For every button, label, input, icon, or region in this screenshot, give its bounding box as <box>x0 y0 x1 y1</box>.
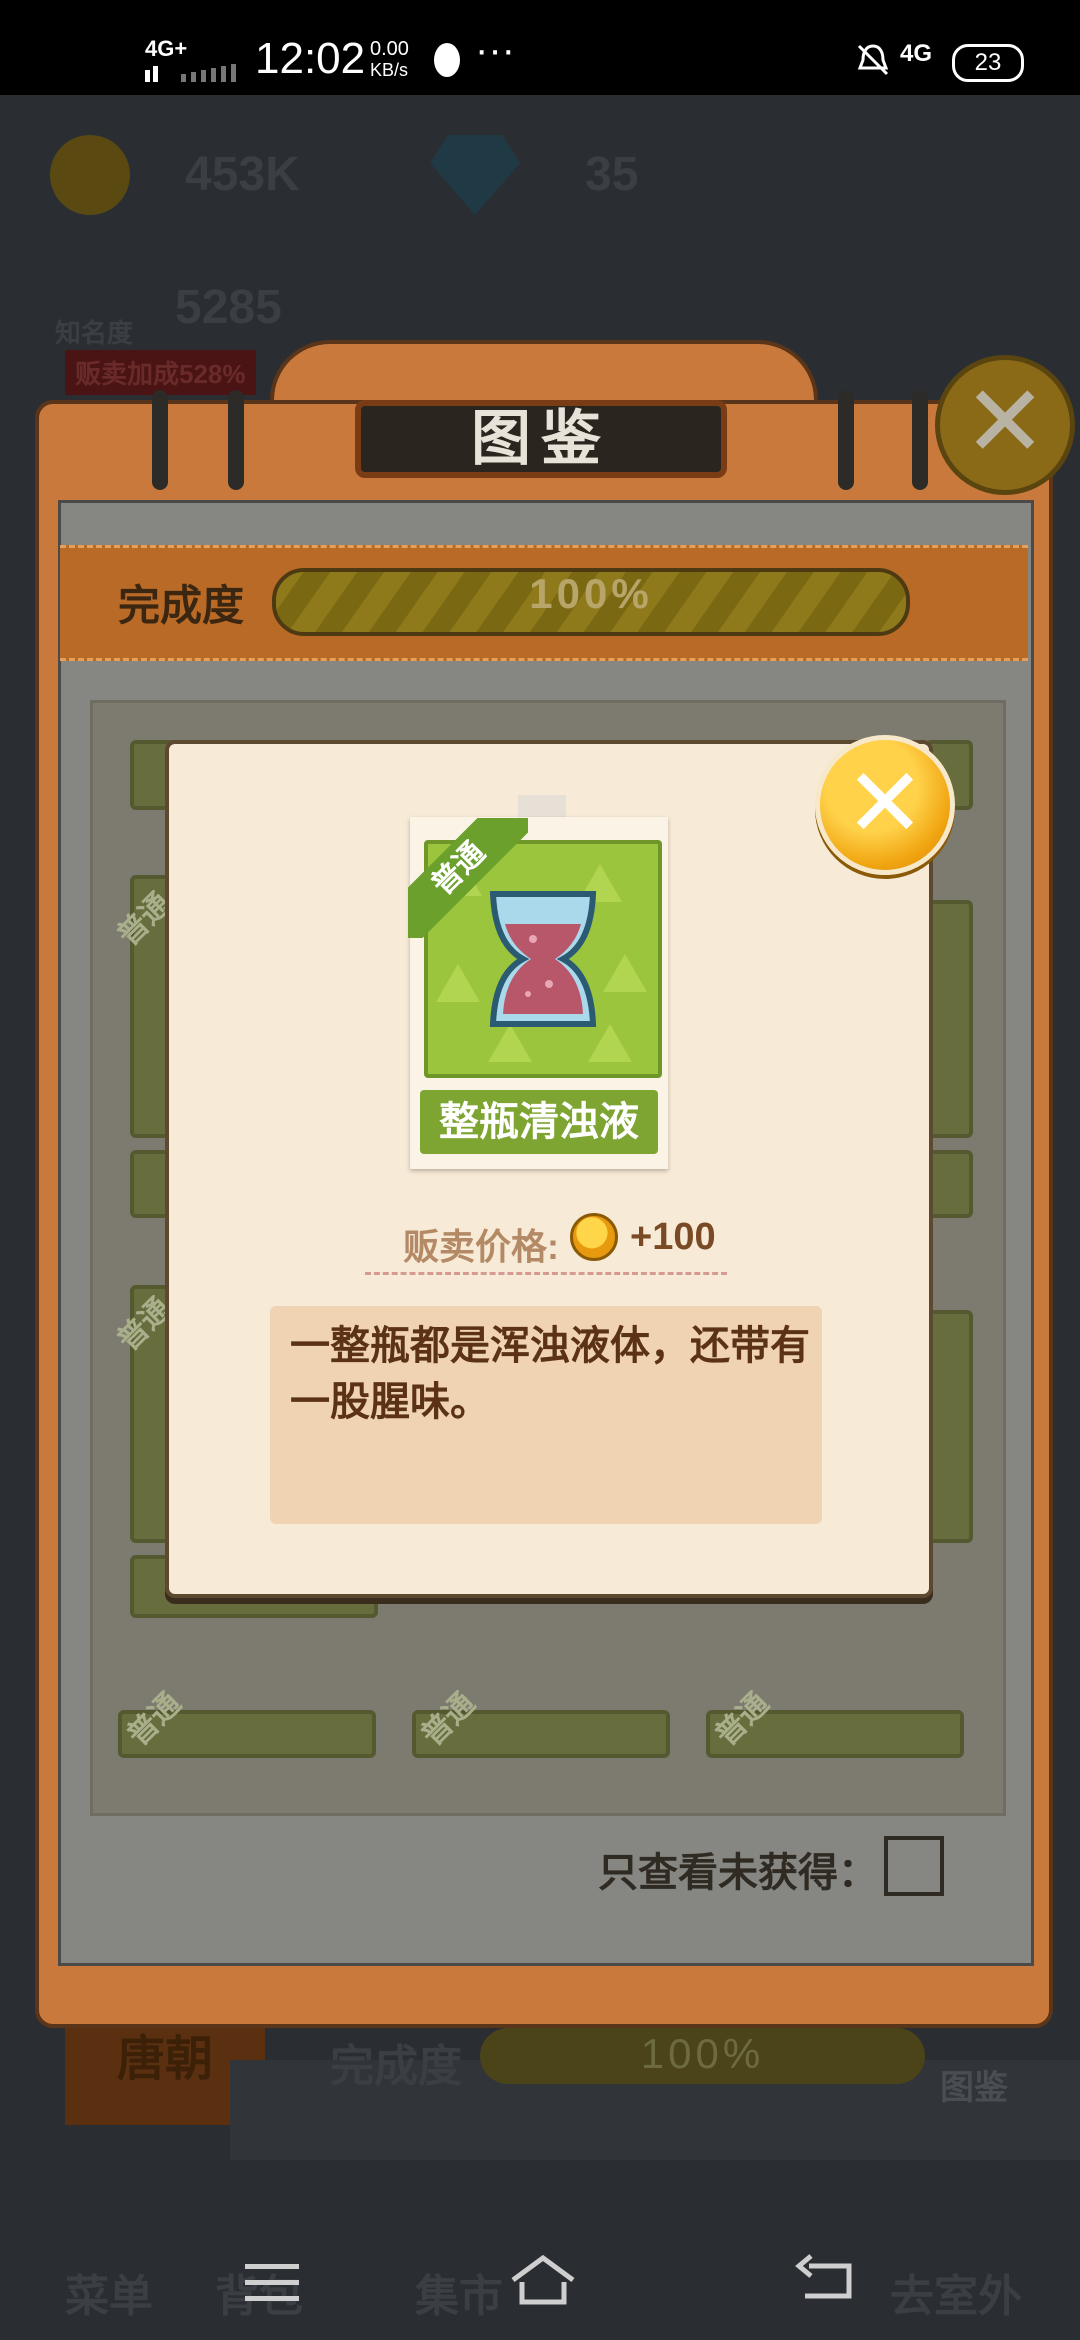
binder-ring-icon <box>838 390 854 490</box>
qq-penguin-icon <box>430 40 464 85</box>
network-indicator-right: 4G <box>900 40 933 67</box>
battery-level: 23 <box>974 49 1002 76</box>
fame-value: 5285 <box>175 281 282 334</box>
filter-unobtained-checkbox[interactable] <box>884 1836 944 1896</box>
coin-count: 453K <box>185 148 300 201</box>
close-codex-button[interactable]: ✕ <box>935 355 1075 495</box>
system-nav-bar <box>0 2240 1080 2340</box>
menu-icon[interactable] <box>245 2260 299 2304</box>
battery-icon: 23 <box>952 44 1024 82</box>
net-speed-unit: KB/s <box>370 60 409 80</box>
item-rarity-ribbon: 普通 <box>408 818 528 938</box>
network-indicator-left: 4G+ <box>145 36 188 61</box>
codex-progress-text: 100% <box>529 570 653 617</box>
more-notifications-icon: ··· <box>475 28 515 72</box>
clock: 12:02 <box>255 34 366 83</box>
sell-bonus: 贩卖加成528% <box>65 350 256 395</box>
item-name: 整瓶清浊液 <box>420 1090 658 1154</box>
back-icon[interactable] <box>795 2252 855 2308</box>
signal-icon <box>145 62 245 87</box>
net-speed-value: 0.00 <box>370 38 409 60</box>
binder-ring-icon <box>152 390 168 490</box>
item-rarity: 普通 <box>408 818 528 938</box>
binder-ring-icon <box>228 390 244 490</box>
home-icon[interactable] <box>508 2252 578 2308</box>
close-popup-button[interactable]: ✕ <box>815 735 955 875</box>
coin-icon <box>570 1213 618 1261</box>
bottom-progress-label: 完成度 <box>330 2042 462 2091</box>
coin-icon-bg <box>50 135 130 215</box>
codex-button-bg[interactable]: 图鉴 <box>940 2060 1008 2109</box>
codex-title: 图鉴 <box>355 400 727 478</box>
gem-count: 35 <box>585 148 639 201</box>
gem-icon <box>430 135 520 215</box>
fame-label: 知名度 <box>55 318 134 348</box>
price-divider <box>365 1272 727 1275</box>
item-description: 一整瓶都是浑浊液体，还带有一股腥味。 <box>290 1324 810 1424</box>
bell-muted-icon <box>855 42 891 83</box>
bottom-progress-text: 100% <box>640 2030 765 2077</box>
sell-price-label: 贩卖价格: <box>403 1226 559 1267</box>
binder-ring-icon <box>912 390 928 490</box>
codex-progress-label: 完成度 <box>118 582 245 629</box>
sell-price-value: +100 <box>630 1216 716 1258</box>
filter-unobtained-label: 只查看未获得： <box>598 1851 878 1895</box>
